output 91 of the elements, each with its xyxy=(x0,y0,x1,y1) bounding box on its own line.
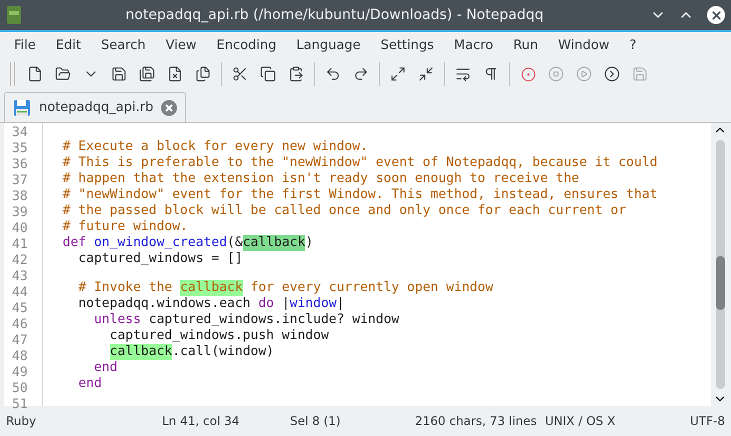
code-keyword: do xyxy=(258,296,274,312)
code-comment: # the passed block will be called once and only once for each current or xyxy=(62,202,626,219)
code-keyword: end xyxy=(94,360,118,376)
code-comment: # Execute a block for every new window. xyxy=(62,138,368,155)
line-number: 37 xyxy=(11,173,29,189)
window-title: notepadqq_api.rb (/home/kubuntu/Downloads) - Notepadqq xyxy=(124,7,544,23)
line-number: 49 xyxy=(11,365,29,381)
menu-item[interactable]: Encoding xyxy=(206,38,286,52)
close-tab-icon[interactable] xyxy=(161,100,178,116)
line-number: 45 xyxy=(11,301,29,317)
code-comment: # Invoke the xyxy=(78,280,174,296)
undo-icon xyxy=(325,66,341,82)
language-label: Ruby xyxy=(6,414,38,428)
code-comment: for every currently open window xyxy=(250,280,494,296)
code-text: captured_windows = [] xyxy=(78,250,243,267)
selection-info: Sel 8 (1) xyxy=(290,414,342,428)
code-keyword: def xyxy=(62,234,86,251)
code-text: ) xyxy=(305,234,314,251)
play-icon xyxy=(576,66,592,82)
line-number: 40 xyxy=(11,221,29,237)
document-stats: 2160 chars, 73 lines xyxy=(415,414,538,428)
code-text: .call(window) xyxy=(172,344,274,360)
paste-icon xyxy=(288,66,304,82)
menu-item[interactable]: Run xyxy=(503,38,548,52)
line-number: 51 xyxy=(11,397,29,413)
code-identifier: on_window_created xyxy=(94,234,228,251)
close-file-icon xyxy=(167,66,183,82)
floppy-icon xyxy=(13,98,31,116)
line-number: 50 xyxy=(11,381,29,397)
line-number: 42 xyxy=(11,253,29,269)
close-icon xyxy=(710,8,722,22)
line-number: 48 xyxy=(11,349,29,365)
zoom-out-icon xyxy=(418,66,434,82)
code-text: | xyxy=(336,296,344,312)
menu-item[interactable]: Macro xyxy=(444,38,504,52)
search-highlight: callback xyxy=(110,344,172,360)
line-number: 34 xyxy=(11,125,29,141)
code-keyword: unless xyxy=(94,312,141,328)
zoom-in-icon xyxy=(390,66,406,82)
new-file-icon xyxy=(27,66,43,82)
menu-item[interactable]: Edit xyxy=(46,38,91,52)
menu-item[interactable]: Settings xyxy=(370,38,444,52)
word-wrap-icon xyxy=(455,66,471,82)
code-text: (& xyxy=(227,234,243,251)
search-highlight: callback xyxy=(180,280,243,296)
pilcrow-icon xyxy=(483,66,499,82)
code-comment: # happen that the extension isn't ready soon enough to receive the xyxy=(62,170,580,187)
file-tab[interactable]: notepadqq_api.rb xyxy=(4,92,186,122)
menu-item[interactable]: View xyxy=(156,38,206,52)
line-number: 41 xyxy=(11,237,29,253)
record-icon xyxy=(520,66,536,82)
save-icon xyxy=(111,66,127,82)
code-comment: # This is preferable to the "newWindow" event of Notepadqq, because it could xyxy=(62,154,658,171)
redo-icon xyxy=(353,66,369,82)
code-text: captured_windows.push window xyxy=(110,328,329,344)
save-all-icon xyxy=(139,66,155,82)
line-number: 47 xyxy=(11,333,29,349)
open-folder-icon xyxy=(55,66,71,82)
menu-item[interactable]: File xyxy=(4,38,46,52)
scrollbar-track[interactable] xyxy=(716,140,724,389)
close-button[interactable] xyxy=(707,6,725,24)
line-number: 43 xyxy=(11,269,29,285)
line-number: 36 xyxy=(11,157,29,173)
code-text: captured_windows.include? window xyxy=(148,312,400,328)
copy-icon xyxy=(260,66,276,82)
save-macro-icon xyxy=(632,66,648,82)
scrollbar-thumb[interactable] xyxy=(716,256,724,310)
code-keyword: end xyxy=(78,376,102,392)
code-identifier: window xyxy=(290,296,337,312)
line-endings: UNIX / OS X xyxy=(545,414,616,428)
cursor-position: Ln 41, col 34 xyxy=(162,414,240,428)
code-text: notepadqq.windows.each xyxy=(78,296,252,312)
encoding-label: UTF-8 xyxy=(690,414,725,428)
line-number: 38 xyxy=(11,189,29,205)
code-comment: # "newWindow" event for the first Window. This method, instead, ensures that xyxy=(62,186,658,203)
app-icon xyxy=(6,5,22,25)
line-number: 44 xyxy=(11,285,29,301)
stop-icon xyxy=(548,66,564,82)
code-text: | xyxy=(282,296,290,312)
play-multiple-icon xyxy=(604,66,620,82)
menu-item[interactable]: Window xyxy=(548,38,620,52)
menu-item[interactable]: Language xyxy=(286,38,371,52)
code-comment: # future window. xyxy=(62,218,188,235)
line-number: 35 xyxy=(11,141,29,157)
menu-item[interactable]: ? xyxy=(619,38,646,52)
menu-item[interactable]: Search xyxy=(90,38,156,52)
cut-icon xyxy=(232,66,248,82)
line-number: 46 xyxy=(11,317,29,333)
selected-text: callback xyxy=(242,234,306,251)
line-number: 39 xyxy=(11,205,29,221)
close-all-files-icon xyxy=(195,66,211,82)
